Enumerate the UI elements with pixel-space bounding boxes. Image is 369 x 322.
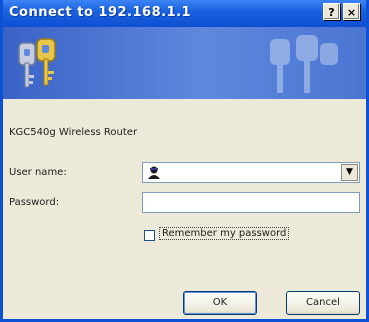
remember-password-checkbox[interactable] [144, 230, 155, 241]
remember-password-label[interactable]: Remember my password [158, 227, 290, 240]
realm-text: KGC540g Wireless Router [9, 127, 138, 138]
ok-button[interactable]: OK [183, 291, 257, 315]
title-bar[interactable]: Connect to 192.168.1.1 ? × [3, 0, 366, 27]
keys-watermark-icon [270, 35, 338, 93]
dialog-banner [3, 27, 366, 99]
password-label: Password: [9, 197, 60, 208]
password-field[interactable] [142, 192, 360, 213]
window-title: Connect to 192.168.1.1 [9, 5, 192, 20]
dialog-content: KGC540g Wireless Router User name: ▼ Pas… [3, 99, 366, 319]
username-combobox[interactable]: ▼ [142, 162, 360, 183]
keys-icon [18, 38, 56, 88]
username-label: User name: [9, 167, 67, 178]
cancel-button[interactable]: Cancel [286, 291, 360, 315]
close-button[interactable]: × [343, 3, 360, 20]
login-dialog: Connect to 192.168.1.1 ? × KGC540g Wirel… [0, 0, 369, 322]
user-icon [148, 166, 160, 179]
chevron-down-icon[interactable]: ▼ [341, 164, 358, 181]
help-button[interactable]: ? [323, 3, 340, 20]
